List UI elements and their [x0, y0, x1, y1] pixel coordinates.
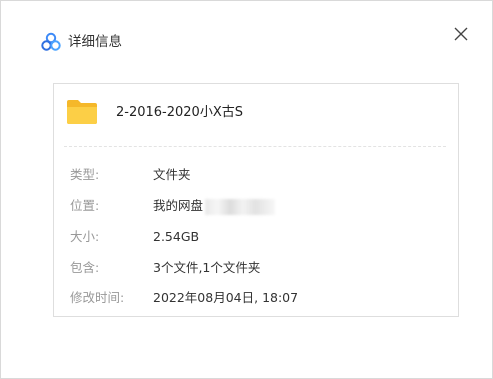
detail-row-contains: 包含: 3个文件,1个文件夹	[54, 259, 458, 277]
detail-row-location: 位置: 我的网盘	[54, 197, 458, 215]
detail-value: 2022年08月04日, 18:07	[153, 290, 299, 305]
detail-value-wrap: 我的网盘	[153, 197, 276, 215]
detail-label: 包含:	[70, 260, 100, 275]
detail-label: 大小:	[70, 229, 100, 244]
baidu-netdisk-logo-icon	[41, 32, 61, 51]
dialog-titlebar: 详细信息	[1, 1, 492, 51]
details-panel: 2-2016-2020小X古S 类型: 文件夹 位置: 我的网盘 大小: 2.5…	[53, 83, 459, 317]
dialog-title: 详细信息	[68, 34, 122, 50]
detail-label: 位置:	[70, 198, 100, 213]
divider	[64, 146, 446, 147]
file-name: 2-2016-2020小X古S	[116, 105, 243, 120]
detail-value: 3个文件,1个文件夹	[153, 260, 261, 275]
folder-icon	[67, 100, 97, 124]
detail-row-modified: 修改时间: 2022年08月04日, 18:07	[54, 289, 458, 307]
detail-value: 文件夹	[153, 167, 191, 182]
detail-value: 2.54GB	[153, 229, 200, 244]
detail-label: 类型:	[70, 167, 100, 182]
details-dialog: 详细信息 2-2016-2020小X古S 类型: 文件夹 位置: 我的网盘 大小…	[0, 0, 493, 379]
redacted-path-mask	[205, 198, 276, 215]
detail-row-size: 大小: 2.54GB	[54, 228, 458, 246]
detail-label: 修改时间:	[70, 290, 125, 305]
detail-row-type: 类型: 文件夹	[54, 166, 458, 184]
detail-value: 我的网盘	[153, 198, 204, 213]
close-icon[interactable]	[452, 25, 470, 43]
